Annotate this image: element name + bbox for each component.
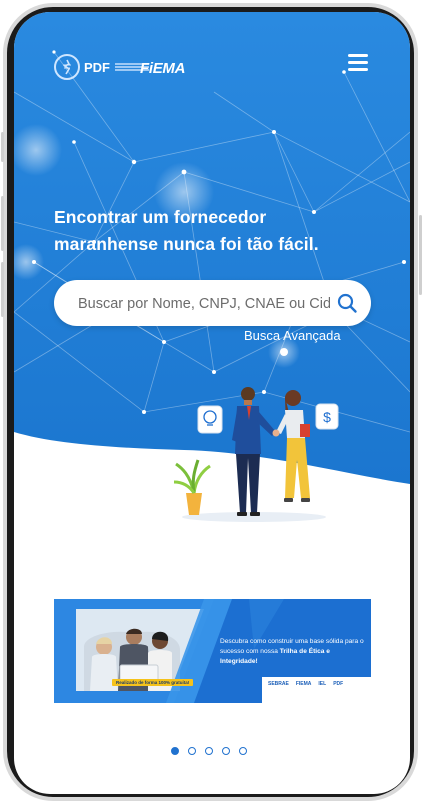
- promo-banner[interactable]: Descubra como construir uma base sólida …: [54, 599, 371, 703]
- phone-side-button: [1, 132, 4, 162]
- sebrae-logo: SEBRAE: [268, 681, 289, 687]
- banner-badge: Realizado de forma 100% gratuita!: [112, 679, 194, 686]
- handshake-illustration: $: [173, 387, 339, 522]
- pdf-logo-small: PDF: [333, 681, 344, 687]
- phone-side-button: [1, 196, 4, 251]
- pdf-logo-text: PDF: [84, 59, 110, 75]
- carousel-indicators: [171, 747, 247, 755]
- phone-side-button: [1, 262, 4, 317]
- app-screen: PDF FiEMA Encontrar um fornecedor maranh…: [14, 12, 410, 794]
- search-bar: [54, 280, 371, 328]
- svg-text:$: $: [323, 409, 331, 425]
- carousel-dot[interactable]: [205, 747, 213, 755]
- hamburger-menu-icon[interactable]: [348, 54, 370, 72]
- pdf-logo[interactable]: PDF: [54, 54, 149, 80]
- banner-partner-logos: SEBRAE FIEMA IEL PDF: [268, 681, 343, 687]
- carousel-dot[interactable]: [171, 747, 179, 755]
- hero-headline-line-1: Encontrar um fornecedor: [54, 207, 267, 227]
- carousel-dot[interactable]: [188, 747, 196, 755]
- top-bar: PDF FiEMA: [14, 12, 410, 112]
- search-icon[interactable]: [336, 292, 358, 314]
- fiema-logo-small: FIEMA: [295, 681, 312, 687]
- iel-logo: IEL: [318, 681, 327, 687]
- banner-text: Descubra como construir uma base sólida …: [220, 638, 364, 665]
- carousel-dot[interactable]: [239, 747, 247, 755]
- fiema-logo[interactable]: FiEMA: [140, 60, 185, 77]
- search-input[interactable]: [76, 280, 332, 328]
- advanced-search-link[interactable]: Busca Avançada: [244, 328, 341, 343]
- pdf-emblem-icon: [54, 54, 80, 80]
- hero-section: PDF FiEMA Encontrar um fornecedor maranh…: [14, 12, 410, 532]
- hero-headline: Encontrar um fornecedor maranhense nunca…: [54, 204, 374, 258]
- carousel-dot[interactable]: [222, 747, 230, 755]
- phone-side-button: [419, 215, 422, 295]
- hero-headline-line-2: maranhense nunca foi tão fácil.: [54, 234, 319, 254]
